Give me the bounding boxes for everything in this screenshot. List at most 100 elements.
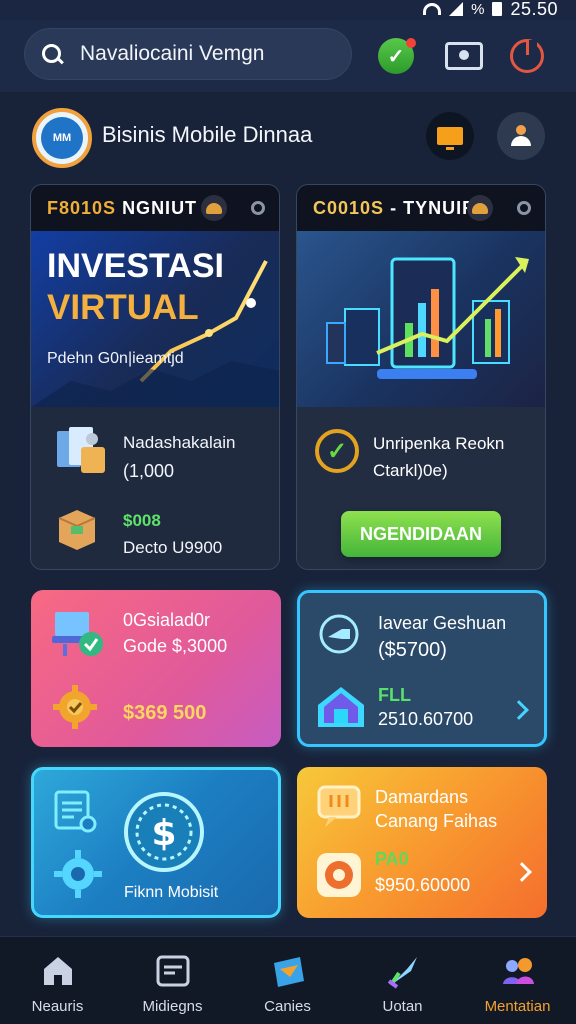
card-label-a: F8010S bbox=[47, 198, 117, 218]
tag-button[interactable] bbox=[467, 195, 493, 221]
laptop-icon bbox=[52, 612, 103, 656]
monitor-icon bbox=[437, 127, 463, 150]
wallet-icon bbox=[445, 42, 483, 70]
primary-action-button[interactable]: NGENDIDAAN bbox=[341, 511, 501, 557]
notification-dot bbox=[406, 38, 416, 48]
app-header: MM Bisinis Mobile Dinnaa bbox=[0, 92, 576, 180]
pink-amount: $369 500 bbox=[123, 702, 207, 724]
orange-line3: PA0 bbox=[375, 849, 409, 869]
megaphone-icon bbox=[319, 614, 359, 654]
settings-icon bbox=[517, 201, 531, 215]
investasi-title: INVESTASI bbox=[47, 247, 224, 285]
card-top-bar: C0010S - TYNUIR8 bbox=[297, 185, 545, 231]
statistik-card[interactable]: C0010S - TYNUIR8 ✓ Unripenka Reokn Ctark… bbox=[296, 184, 546, 570]
top-toolbar: Navaliocaini Vemgn ✓ bbox=[0, 20, 576, 92]
blue-line3: FLL bbox=[378, 685, 411, 705]
check-circle-icon: ✓ bbox=[315, 429, 359, 473]
wallet-button[interactable] bbox=[444, 36, 484, 76]
chat-icon bbox=[317, 785, 361, 827]
speedometer-icon bbox=[317, 853, 361, 897]
orange-tile[interactable]: Damardans Canang Faihas PA0 $950.60000 bbox=[297, 767, 547, 918]
svg-text:$: $ bbox=[151, 813, 176, 854]
orange-line2: Canang Faihas bbox=[375, 811, 498, 831]
app-logo: MM bbox=[32, 108, 92, 168]
orange-line1: Damardans bbox=[375, 787, 469, 807]
search-input[interactable]: Navaliocaini Vemgn bbox=[80, 42, 264, 66]
nav-cases[interactable]: Canies bbox=[230, 937, 345, 1024]
wifi-icon bbox=[423, 3, 442, 15]
settings-icon bbox=[251, 201, 265, 215]
status-bar: % 25.50 bbox=[0, 0, 576, 20]
status-icons: % 25.50 bbox=[423, 0, 558, 19]
settings-button[interactable] bbox=[245, 195, 271, 221]
card-label-a: C0010S bbox=[313, 198, 385, 218]
chevron-right-icon[interactable] bbox=[512, 862, 532, 882]
cyan-label: Fiknn Mobisit bbox=[124, 884, 219, 901]
card-label-b: NGNIUT bbox=[122, 198, 198, 218]
card-top-bar: F8010S NGNIUT bbox=[31, 185, 279, 231]
orange-line4: $950.60000 bbox=[375, 875, 471, 895]
profile-button[interactable] bbox=[497, 112, 545, 160]
virtual-title: VIRTUAL bbox=[47, 288, 199, 327]
statistik-details: ✓ Unripenka Reokn Ctarkl)0e) NGENDIDAAN bbox=[297, 407, 545, 569]
pink-tile[interactable]: 0Gsialad0r Gode $,3000 $369 500 bbox=[31, 590, 281, 747]
nav-label-team: Mentatian bbox=[484, 998, 551, 1015]
nav-label-launch: Uotan bbox=[382, 998, 423, 1015]
card-icon bbox=[153, 951, 193, 991]
investasi-card[interactable]: F8010S NGNIUT INVESTASI VIRTUAL Pdehn G0… bbox=[30, 184, 280, 570]
nav-launch[interactable]: Uotan bbox=[345, 937, 460, 1024]
dollar-coin-icon: $ bbox=[124, 792, 204, 872]
tag-icon bbox=[472, 202, 488, 214]
status-time: 25.50 bbox=[510, 0, 558, 19]
analytics-illustration bbox=[326, 257, 529, 379]
statistik-line1: Unripenka Reokn bbox=[373, 434, 505, 453]
house-icon bbox=[318, 687, 364, 727]
blue-tile[interactable]: Iavear Geshuan ($5700) FLL 2510.60700 bbox=[297, 590, 547, 747]
nav-messages[interactable]: Midiegns bbox=[115, 937, 230, 1024]
investasi-item2-value: $008 bbox=[123, 511, 161, 530]
nav-label-cases: Canies bbox=[264, 998, 311, 1015]
investasi-item2-title: Decto U9900 bbox=[123, 538, 223, 557]
investasi-item-title: Nadashakalain bbox=[123, 433, 236, 452]
shield-button[interactable]: ✓ bbox=[376, 36, 416, 76]
investasi-subtitle: Pdehn G0n|ieamtjd bbox=[47, 350, 184, 367]
home-icon bbox=[38, 951, 78, 991]
users-icon bbox=[498, 951, 538, 991]
gear-icon bbox=[54, 850, 102, 898]
folder-icon bbox=[268, 951, 308, 991]
search-icon bbox=[40, 42, 64, 66]
chevron-right-icon[interactable] bbox=[509, 700, 529, 720]
blue-line2: ($5700) bbox=[378, 639, 447, 661]
nav-label-messages: Midiegns bbox=[142, 998, 203, 1015]
statistik-line2: Ctarkl)0e) bbox=[373, 461, 448, 480]
profile-icon bbox=[508, 125, 534, 147]
nav-home[interactable]: Neauris bbox=[0, 937, 115, 1024]
documents-icon bbox=[57, 427, 105, 473]
monitor-button[interactable] bbox=[426, 112, 474, 160]
gear-icon bbox=[53, 685, 97, 729]
blue-line1: Iavear Geshuan bbox=[378, 613, 507, 633]
power-icon bbox=[510, 39, 544, 73]
power-button[interactable] bbox=[507, 36, 547, 76]
investasi-hero: INVESTASI VIRTUAL Pdehn G0n|ieamtjd bbox=[31, 231, 279, 407]
nav-team[interactable]: Mentatian bbox=[460, 937, 575, 1024]
battery-percent: % bbox=[471, 0, 485, 18]
cyan-tile[interactable]: $ Fiknn Mobisit bbox=[31, 767, 281, 918]
box-icon bbox=[58, 510, 96, 550]
signal-icon bbox=[449, 2, 464, 16]
card-label: C0010S - TYNUIR8 bbox=[313, 198, 488, 218]
investasi-details: Nadashakalain (1,000 $008 Decto U9900 bbox=[31, 407, 279, 569]
tag-button[interactable] bbox=[201, 195, 227, 221]
bottom-navigation: Neauris Midiegns Canies Uotan Mentatian bbox=[0, 936, 576, 1024]
pink-line2: Gode $,3000 bbox=[123, 636, 228, 656]
tag-icon bbox=[206, 202, 222, 214]
nav-label-home: Neauris bbox=[31, 998, 84, 1015]
investasi-item-value: (1,000 bbox=[123, 461, 175, 481]
document-icon bbox=[54, 790, 97, 833]
card-label: F8010S NGNIUT bbox=[47, 198, 197, 219]
battery-icon bbox=[492, 2, 503, 16]
settings-button[interactable] bbox=[511, 195, 537, 221]
search-bar[interactable]: Navaliocaini Vemgn bbox=[24, 28, 352, 80]
app-title: Bisinis Mobile Dinnaa bbox=[102, 122, 313, 147]
pink-line1: 0Gsialad0r bbox=[123, 610, 211, 630]
